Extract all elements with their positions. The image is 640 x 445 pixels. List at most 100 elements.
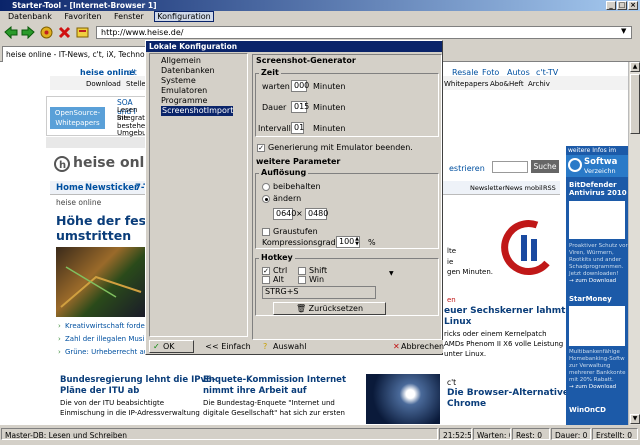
article-image[interactable] <box>56 247 146 317</box>
tree-item-emulatoren[interactable]: Emulatoren <box>152 86 245 96</box>
forward-arrow-icon[interactable] <box>21 26 35 39</box>
hotkey-input[interactable]: STRG+S <box>262 286 376 299</box>
ad-text: Multibankenfähige <box>569 349 620 355</box>
ct-title[interactable]: Chrome <box>447 399 486 409</box>
ok-button[interactable]: ✓ OK <box>149 340 194 353</box>
nav-newsticker[interactable]: Newsticker <box>85 183 138 193</box>
group-aufloesung: Auflösung beibehalten ändern 0640 × 0480… <box>255 168 439 249</box>
chrome-article-image[interactable] <box>366 374 440 424</box>
menu-datenbank[interactable]: Datenbank <box>6 12 54 21</box>
win-checkbox[interactable] <box>298 276 306 284</box>
address-dropdown-icon[interactable]: ▼ <box>621 27 626 35</box>
article4-title[interactable]: Enquete-Kommission Internet <box>203 375 346 385</box>
search-input[interactable] <box>492 161 528 173</box>
shift-checkbox[interactable] <box>298 267 306 275</box>
label-dauer: Dauer <box>262 103 287 112</box>
software-ad[interactable]: weitere Infos im Softwa Verzeichn BitDef… <box>566 146 628 425</box>
ad-subtitle: Verzeichn <box>584 167 616 175</box>
search-button[interactable]: Suche <box>531 160 559 173</box>
article4-title[interactable]: nimmt ihre Arbeit auf <box>203 386 307 396</box>
nav-rss[interactable]: RSS <box>543 184 556 192</box>
auswahl-button[interactable]: ? Auswahl <box>260 340 307 353</box>
label-percent: % <box>368 238 376 247</box>
maximize-button[interactable]: □ <box>617 1 627 10</box>
ct-title[interactable]: Die Browser-Alternative <box>447 388 569 398</box>
refresh-icon[interactable] <box>76 26 89 39</box>
section-screenshot-generator: Screenshot-Generator <box>256 56 356 65</box>
width-input[interactable]: 0640 <box>273 208 296 220</box>
web-scrollbar[interactable]: ▲ ▼ <box>628 62 640 425</box>
scroll-thumb[interactable] <box>630 74 640 134</box>
address-bar[interactable]: http://www.heise.de/ <box>96 26 632 39</box>
nav-newsmobil[interactable]: News mobil <box>505 184 543 192</box>
nav-archiv[interactable]: Archiv <box>528 80 550 88</box>
bullet-link[interactable]: Grüne: Urheberrecht auf h <box>65 348 157 356</box>
config-panel: Screenshot-Generator Zeit warten 000 Min… <box>252 54 442 340</box>
back-arrow-icon[interactable] <box>4 26 18 39</box>
auswahl-label: Auswahl <box>273 342 307 351</box>
tree-item-allgemein[interactable]: Allgemein <box>152 56 245 66</box>
ct-kicker: c't <box>447 378 457 387</box>
home-icon[interactable] <box>40 26 53 39</box>
article2-title[interactable]: Linux <box>444 317 471 327</box>
ad-download-link[interactable]: → zum Download <box>569 384 616 390</box>
nav-whitepapers[interactable]: Whitepapers <box>444 80 488 88</box>
warten-input[interactable]: 000 <box>291 80 309 92</box>
dauer-input[interactable]: 015 <box>291 101 309 113</box>
abbrechen-button[interactable]: ✕ Abbrechen <box>391 340 444 353</box>
ad-download-link[interactable]: → zum Download <box>569 278 616 284</box>
gen-emulator-checkbox[interactable]: ✓ <box>257 144 265 152</box>
label-win: Win <box>309 275 325 284</box>
hotkey-dropdown-icon[interactable]: ▼ <box>389 269 394 279</box>
headline-line2[interactable]: umstritten <box>56 228 131 243</box>
scroll-up-icon[interactable]: ▲ <box>630 62 640 72</box>
einfach-button[interactable]: << Einfach <box>202 340 254 353</box>
svg-text:h: h <box>59 160 66 171</box>
group-zeit: Zeit warten 000 Minuten Dauer 015 Minute… <box>255 68 439 137</box>
stop-icon[interactable] <box>58 26 71 39</box>
nav-abo[interactable]: Abo&Heft <box>490 80 524 88</box>
scroll-down-icon[interactable]: ▼ <box>630 414 640 424</box>
radio-beibehalten[interactable] <box>262 183 270 191</box>
whitepaper-banner[interactable]: OpenSource-Whitepapers SOA und I Lesen S… <box>46 96 156 137</box>
close-button[interactable]: × <box>628 1 638 10</box>
ctrl-checkbox[interactable]: ✓ <box>262 267 270 275</box>
article2-text: ricks oder einem Kernelpatch <box>444 330 547 338</box>
tree-item-programme[interactable]: Programme <box>152 96 245 106</box>
ad-text: Rootkits und ander <box>569 257 622 263</box>
menu-favoriten[interactable]: Favoriten <box>62 12 103 21</box>
status-dauer: Dauer: 0 <box>551 428 591 440</box>
article3-text: Einmischung in die IP-Adressverwaltung <box>60 409 200 417</box>
article2-title[interactable]: euer Sechskerner lahmt <box>444 306 566 316</box>
height-input[interactable]: 0480 <box>305 208 328 220</box>
radio-aendern[interactable] <box>262 195 270 203</box>
graustufen-checkbox[interactable] <box>262 228 270 236</box>
checkmark-icon: ✓ <box>153 342 160 351</box>
tree-item-screenshotimport[interactable]: ScreenshotImport <box>161 106 234 116</box>
reset-button[interactable]: 🗑 Zurücksetzen <box>273 302 386 315</box>
browser-tab[interactable]: heise online - IT-News, c't, iX, Technol… <box>2 46 150 62</box>
menu-fenster[interactable]: Fenster <box>112 12 146 21</box>
article3-title[interactable]: Pläne der ITU ab <box>60 386 139 396</box>
intervall-input[interactable]: 01 <box>291 122 304 134</box>
label-warten: warten <box>262 82 290 91</box>
nav-download[interactable]: Download <box>86 80 121 88</box>
ok-label: OK <box>163 342 175 351</box>
kompression-input[interactable]: 100 ▲ ▼ <box>336 236 360 248</box>
nav-newsletter[interactable]: Newsletter <box>470 184 505 192</box>
ad-product-title[interactable]: StarMoney <box>569 295 612 303</box>
nav-stellen[interactable]: Stelle <box>126 80 146 88</box>
tree-item-systeme[interactable]: Systeme <box>152 76 245 86</box>
article3-title[interactable]: Bundesregierung lehnt die IPv6- <box>60 375 215 385</box>
nav-home[interactable]: Home <box>56 183 84 193</box>
menu-konfiguration[interactable]: Konfiguration <box>154 11 214 22</box>
ad-product-title[interactable]: BitDefender Antivirus 2010 <box>569 181 627 197</box>
label-times: × <box>296 209 303 218</box>
alt-checkbox[interactable] <box>262 276 270 284</box>
tree-item-datenbanken[interactable]: Datenbanken <box>152 66 245 76</box>
bullet-link[interactable]: Zahl der illegalen Musikdo <box>65 335 157 343</box>
ad-product-title[interactable]: WinOnCD <box>569 406 606 414</box>
article2-text: AMDs Phenom II X6 volle Leistung <box>444 340 564 348</box>
register-link[interactable]: estrieren <box>449 164 485 173</box>
minimize-button[interactable]: _ <box>606 1 616 10</box>
